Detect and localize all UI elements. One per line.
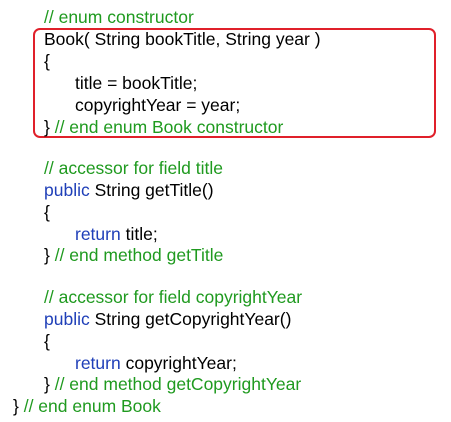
code-line: copyrightYear = year; — [75, 94, 240, 116]
code-line: // accessor for field title — [44, 157, 223, 179]
code-keyword: public — [44, 180, 90, 200]
code-line: // enum constructor — [44, 6, 194, 28]
code-comment: // accessor for field copyrightYear — [44, 287, 303, 307]
code-token: copyrightYear; — [120, 353, 237, 373]
code-comment: // end method getTitle — [54, 245, 224, 265]
code-keyword: return — [75, 353, 121, 373]
code-token: } — [44, 245, 55, 265]
code-token: copyrightYear = year; — [75, 95, 241, 115]
code-keyword: return — [75, 224, 121, 244]
code-line: } // end enum Book constructor — [44, 116, 283, 138]
code-comment: // enum constructor — [44, 7, 194, 27]
code-comment: // end enum Book — [23, 396, 161, 416]
code-token: { — [44, 331, 50, 351]
code-token: title; — [120, 224, 158, 244]
code-token: String getTitle() — [89, 180, 214, 200]
code-comment: // accessor for field title — [44, 158, 223, 178]
code-comment: // end method getCopyrightYear — [54, 374, 302, 394]
code-token: { — [44, 202, 50, 222]
code-line: } // end method getTitle — [44, 244, 223, 266]
code-line: // accessor for field copyrightYear — [44, 286, 302, 308]
code-line: title = bookTitle; — [75, 72, 197, 94]
code-keyword: public — [44, 309, 90, 329]
code-token: } — [13, 396, 24, 416]
code-token: Book( String bookTitle, String year ) — [44, 29, 321, 49]
code-token: title = bookTitle; — [75, 73, 198, 93]
code-line: public String getCopyrightYear() — [44, 308, 291, 330]
code-line: { — [44, 330, 50, 352]
code-line: } // end enum Book — [13, 395, 161, 417]
code-line: { — [44, 201, 50, 223]
code-line: } // end method getCopyrightYear — [44, 373, 301, 395]
code-listing: // enum constructor Book( String bookTitl… — [0, 0, 451, 422]
code-line: Book( String bookTitle, String year ) — [44, 28, 321, 50]
code-token: String getCopyrightYear() — [89, 309, 292, 329]
code-line: public String getTitle() — [44, 179, 214, 201]
code-line: return title; — [75, 223, 158, 245]
code-token: } — [44, 374, 55, 394]
code-line: return copyrightYear; — [75, 352, 237, 374]
code-token: { — [44, 51, 50, 71]
code-line: { — [44, 50, 50, 72]
code-token: } — [44, 117, 55, 137]
code-comment: // end enum Book constructor — [54, 117, 284, 137]
